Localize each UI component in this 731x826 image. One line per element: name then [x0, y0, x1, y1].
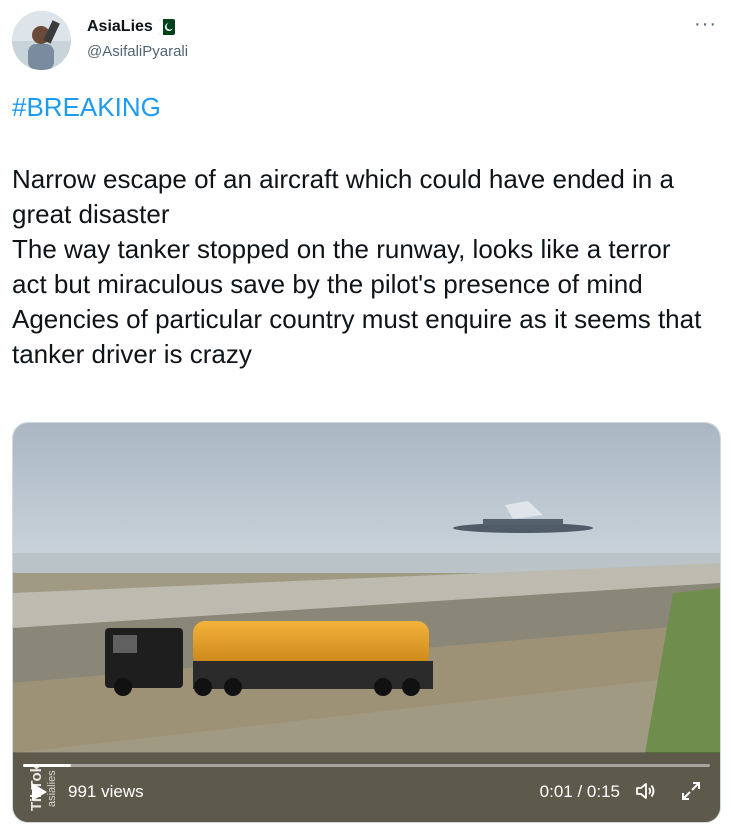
video-player[interactable]: TikTok asialies 991 views 0:01 / 0:15 — [12, 422, 721, 823]
tweet-line: Narrow escape of an aircraft which could… — [12, 164, 674, 229]
volume-icon[interactable] — [634, 779, 658, 803]
video-time: 0:01 / 0:15 — [539, 782, 620, 801]
hashtag-link[interactable]: #BREAKING — [12, 92, 161, 123]
tweet-line: Agencies of particular country must enqu… — [12, 304, 702, 369]
tanker-truck — [105, 621, 433, 696]
progress-bar[interactable] — [23, 764, 710, 767]
avatar[interactable] — [12, 11, 71, 70]
progress-fill — [23, 764, 72, 767]
pakistan-flag-icon — [158, 19, 175, 35]
view-count: 991 views — [68, 782, 144, 801]
play-icon[interactable] — [27, 780, 51, 804]
tweet-text: Narrow escape of an aircraft which could… — [12, 162, 712, 372]
display-name[interactable]: AsiaLies — [87, 18, 153, 36]
more-options-icon[interactable]: ··· — [694, 14, 717, 34]
fullscreen-icon[interactable] — [680, 780, 702, 802]
user-handle[interactable]: @AsifaliPyarali — [87, 43, 188, 60]
video-controls: 991 views 0:01 / 0:15 — [13, 752, 720, 822]
tweet-line: The way tanker stopped on the runway, lo… — [12, 234, 671, 299]
tweet-header: AsiaLies @AsifaliPyarali ··· — [12, 10, 719, 70]
